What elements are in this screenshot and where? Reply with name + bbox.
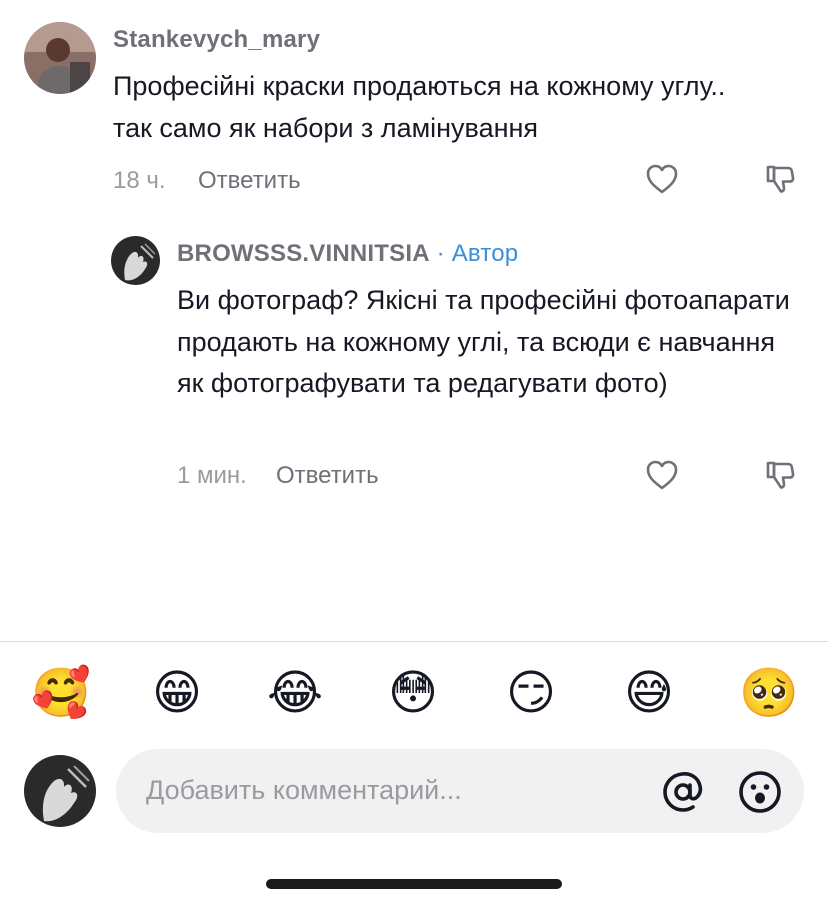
commenter-username[interactable]: Stankevych_mary: [113, 26, 320, 54]
reply-author-name[interactable]: BROWSSS.VINNITSIA: [177, 240, 430, 267]
composer-divider: [0, 641, 828, 642]
emoji-pleading[interactable]: 🥺: [739, 663, 799, 723]
commenter-avatar[interactable]: [24, 22, 96, 94]
emoji-flushed[interactable]: 😳: [385, 663, 441, 723]
reply-dislike-thumb-icon[interactable]: [760, 455, 800, 495]
emoji-grinning[interactable]: 😁: [149, 663, 205, 723]
reply-timestamp: 1 мин.: [177, 462, 247, 489]
comment-text: Професійні краски продаються на кожному …: [113, 71, 726, 143]
at-icon[interactable]: [660, 769, 706, 815]
emoji-smirking[interactable]: 😏: [503, 663, 559, 723]
home-indicator: [266, 879, 562, 889]
comment-timestamp: 18 ч.: [113, 167, 166, 194]
reply-like-heart-icon[interactable]: [642, 455, 682, 495]
author-avatar[interactable]: [111, 236, 160, 285]
emoji-face-icon[interactable]: [737, 769, 783, 815]
reply-button[interactable]: Ответить: [198, 167, 301, 195]
emoji-smiling-hearts[interactable]: 🥰: [31, 663, 91, 723]
comment-input[interactable]: Добавить комментарий...: [116, 749, 804, 833]
reply-username: BROWSSS.VINNITSIA · Автор: [177, 240, 518, 268]
comment-input-placeholder: Добавить комментарий...: [146, 775, 462, 805]
dislike-thumb-icon[interactable]: [760, 159, 800, 199]
emoji-quick-bar: 🥰 😁 😂 😳 😏 😅 🥺: [0, 663, 828, 727]
like-heart-icon[interactable]: [642, 159, 682, 199]
author-badge: Автор: [451, 240, 519, 267]
reply-text: Ви фотограф? Якісні та професійні фотоап…: [177, 285, 790, 398]
current-user-avatar[interactable]: [24, 755, 96, 827]
emoji-sweat-smile[interactable]: 😅: [621, 663, 677, 723]
emoji-tears-of-joy[interactable]: 😂: [267, 663, 323, 723]
reply-reply-button[interactable]: Ответить: [276, 462, 379, 490]
separator-dot: ·: [429, 240, 452, 267]
